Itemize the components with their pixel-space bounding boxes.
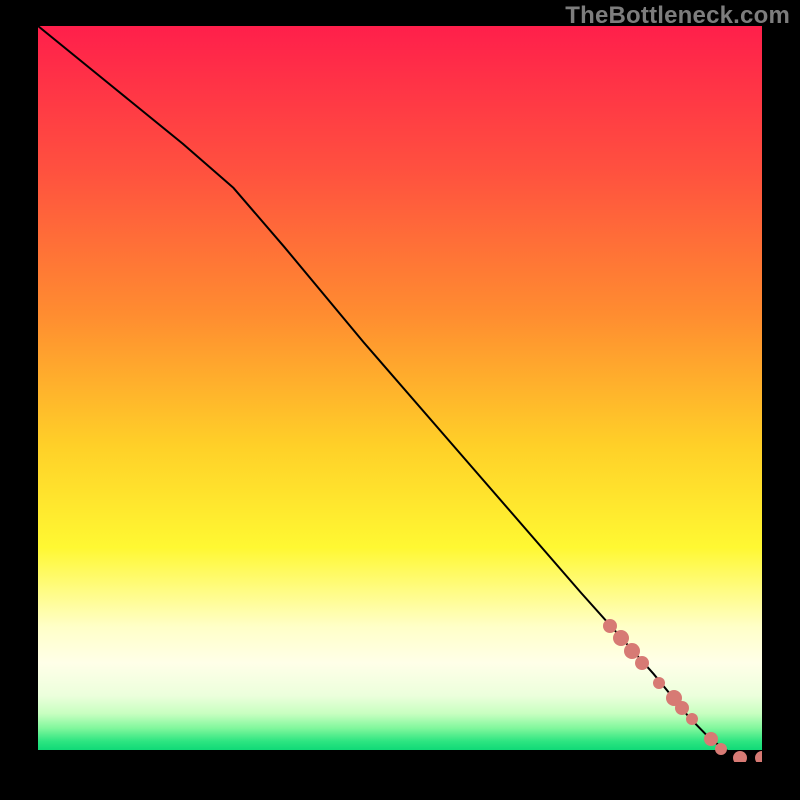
data-marker	[653, 677, 665, 689]
data-marker	[603, 619, 617, 633]
data-marker	[686, 713, 698, 725]
data-marker	[675, 701, 689, 715]
curve-layer	[38, 26, 762, 762]
data-marker	[733, 751, 747, 762]
plot-area	[38, 26, 762, 762]
data-marker	[755, 751, 762, 762]
data-marker	[635, 656, 649, 670]
curve-path	[38, 26, 762, 758]
chart-stage: TheBottleneck.com	[0, 0, 800, 800]
data-marker	[715, 743, 727, 755]
